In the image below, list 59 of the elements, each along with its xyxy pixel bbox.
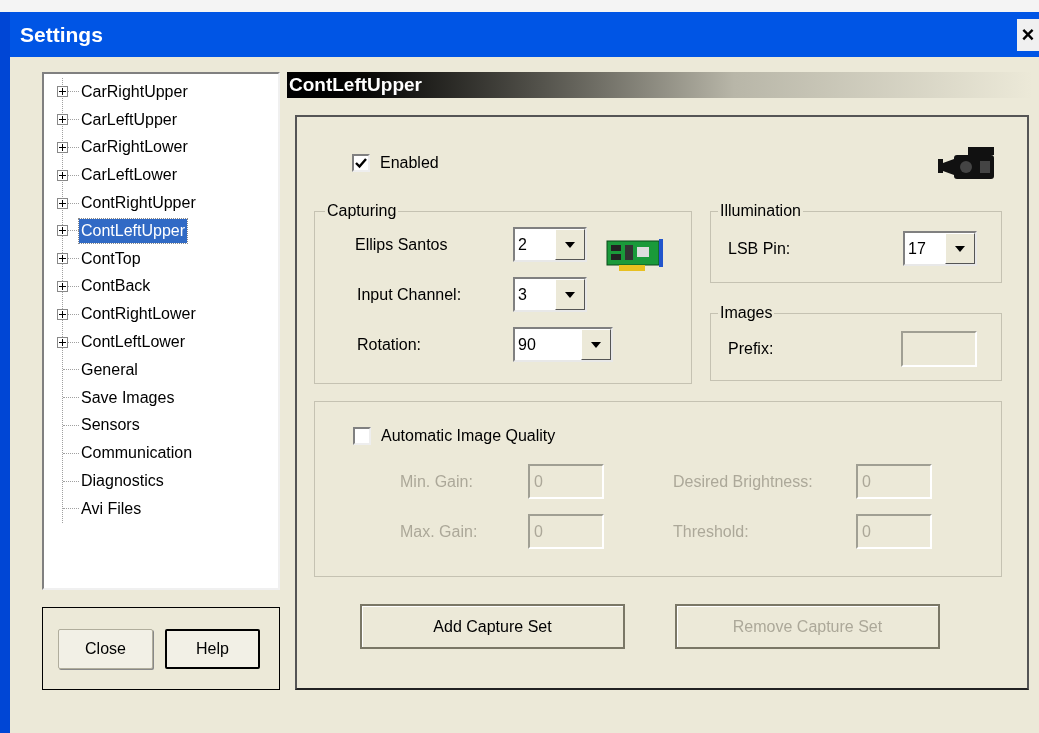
dropdown-arrow-icon bbox=[565, 291, 575, 298]
field-label: Ellips Santos bbox=[355, 234, 449, 255]
video-camera-icon bbox=[938, 145, 996, 181]
dropdown-arrow-icon bbox=[955, 245, 965, 252]
dropdown[interactable]: 90 bbox=[513, 327, 613, 362]
circuit-board-icon bbox=[605, 239, 663, 273]
field-label: Rotation: bbox=[356, 334, 423, 355]
field-label: Prefix: bbox=[728, 339, 774, 359]
tree-item[interactable]: Diagnostics bbox=[79, 469, 166, 494]
tree-item[interactable]: CarLeftLower bbox=[79, 163, 180, 188]
prefix-field[interactable] bbox=[901, 331, 977, 367]
expand-toggle-icon[interactable] bbox=[57, 114, 68, 126]
field-label: Threshold: bbox=[673, 521, 750, 542]
tree-item[interactable]: Save Images bbox=[79, 385, 177, 410]
expand-toggle-icon[interactable] bbox=[57, 169, 68, 181]
dropdown-arrow-icon bbox=[565, 241, 575, 248]
group-title: Capturing bbox=[326, 201, 398, 221]
field-label: Input Channel: bbox=[356, 284, 463, 305]
close-button[interactable]: × bbox=[1017, 18, 1039, 51]
expand-toggle-icon[interactable] bbox=[57, 253, 68, 265]
dialog-button[interactable]: Close bbox=[58, 628, 153, 669]
expand-toggle-icon[interactable] bbox=[57, 86, 68, 98]
page-title: ContLeftUpper bbox=[289, 72, 422, 97]
tree-item[interactable]: ContLeftUpper bbox=[79, 218, 188, 243]
tree-item[interactable]: Sensors bbox=[79, 413, 142, 438]
tree-item[interactable]: CarLeftUpper bbox=[79, 107, 180, 132]
tree-item[interactable]: ContRightLower bbox=[79, 302, 198, 327]
tree-item[interactable]: CarRightLower bbox=[79, 135, 190, 160]
dropdown[interactable]: 3 bbox=[513, 277, 587, 312]
checkbox-label: Enabled bbox=[380, 153, 439, 173]
expand-toggle-icon[interactable] bbox=[57, 197, 68, 209]
dropdown-arrow-icon bbox=[591, 341, 601, 348]
tree-item[interactable]: General bbox=[79, 357, 140, 382]
expand-toggle-icon[interactable] bbox=[57, 225, 68, 237]
field-label: Min. Gain: bbox=[400, 471, 474, 492]
expand-toggle-icon[interactable] bbox=[57, 280, 68, 292]
field-label: Desired Brightness: bbox=[673, 471, 814, 492]
tree-item[interactable]: ContBack bbox=[79, 274, 153, 299]
dropdown[interactable]: 17 bbox=[903, 231, 977, 266]
action-button[interactable]: Add Capture Set bbox=[360, 604, 625, 649]
expand-toggle-icon[interactable] bbox=[57, 336, 68, 348]
group-title: Illumination bbox=[719, 201, 802, 221]
auto-quality-checkbox[interactable] bbox=[353, 427, 371, 445]
tree-item[interactable]: CarRightUpper bbox=[79, 79, 190, 104]
field-label: Max. Gain: bbox=[400, 521, 479, 542]
tree-item[interactable]: Avi Files bbox=[79, 496, 144, 521]
field-label: LSB Pin: bbox=[728, 238, 791, 259]
dropdown[interactable]: 2 bbox=[513, 227, 587, 262]
expand-toggle-icon[interactable] bbox=[57, 142, 68, 153]
dialog-button[interactable]: Help bbox=[165, 628, 260, 669]
checkbox-label: Automatic Image Quality bbox=[381, 426, 556, 446]
tree-item[interactable]: ContRightUpper bbox=[79, 191, 198, 216]
tree-item[interactable]: ContLeftLower bbox=[79, 330, 188, 355]
tree-item[interactable]: ContTop bbox=[79, 246, 143, 271]
group-title: Images bbox=[719, 303, 774, 323]
tree-item[interactable]: Communication bbox=[79, 441, 195, 466]
window-title: Settings bbox=[20, 21, 103, 48]
expand-toggle-icon[interactable] bbox=[57, 308, 68, 320]
enabled-checkbox[interactable] bbox=[352, 154, 370, 172]
